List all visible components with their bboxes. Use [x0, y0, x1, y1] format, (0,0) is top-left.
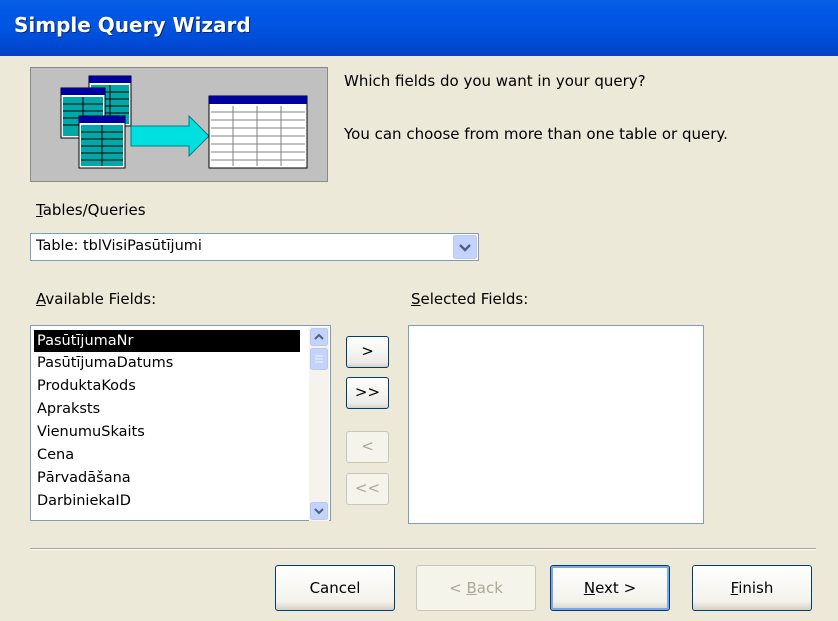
list-item[interactable]: DarbiniekaID: [37, 490, 131, 512]
tables-queries-combobox[interactable]: Table: tblVisiPasūtījumi: [30, 233, 479, 261]
vertical-scrollbar[interactable]: [309, 327, 329, 521]
wizard-illustration: [30, 67, 328, 182]
cancel-button[interactable]: Cancel: [275, 565, 395, 611]
intro-hint: You can choose from more than one table …: [344, 125, 728, 143]
next-button[interactable]: Next >: [550, 565, 670, 611]
add-all-fields-button[interactable]: >>: [346, 377, 389, 409]
scroll-thumb[interactable]: [310, 348, 328, 370]
available-fields-label: Available Fields:: [36, 290, 157, 308]
add-field-button[interactable]: >: [346, 336, 389, 368]
title-bar: Simple Query Wizard: [0, 0, 838, 56]
list-item[interactable]: VienumuSkaits: [37, 421, 145, 443]
scroll-down-icon[interactable]: [310, 502, 328, 520]
available-fields-list[interactable]: PasūtījumaNr PasūtījumaDatums ProduktaKo…: [30, 325, 331, 521]
tables-queries-value: Table: tblVisiPasūtījumi: [36, 238, 202, 254]
window-title: Simple Query Wizard: [14, 13, 251, 37]
list-item[interactable]: PasūtījumaNr: [34, 330, 300, 352]
list-item[interactable]: Apraksts: [37, 398, 100, 420]
tables-queries-label: Tables/Queries: [36, 201, 146, 219]
tables-to-query-icon: [60, 75, 308, 169]
back-button[interactable]: < Back: [416, 565, 536, 611]
footer-divider: [30, 548, 816, 550]
finish-button[interactable]: Finish: [692, 565, 812, 611]
list-item[interactable]: Cena: [37, 444, 74, 466]
chevron-down-icon[interactable]: [453, 235, 477, 259]
scroll-up-icon[interactable]: [310, 328, 328, 346]
remove-all-fields-button[interactable]: <<: [346, 473, 389, 505]
selected-fields-label: Selected Fields:: [411, 290, 529, 308]
intro-question: Which fields do you want in your query?: [344, 72, 646, 90]
list-item[interactable]: ProduktaKods: [37, 375, 136, 397]
remove-field-button[interactable]: <: [346, 431, 389, 463]
selected-fields-list[interactable]: [408, 325, 704, 524]
list-item[interactable]: PasūtījumaDatums: [37, 352, 173, 374]
list-item[interactable]: Pārvadāšana: [37, 467, 131, 489]
